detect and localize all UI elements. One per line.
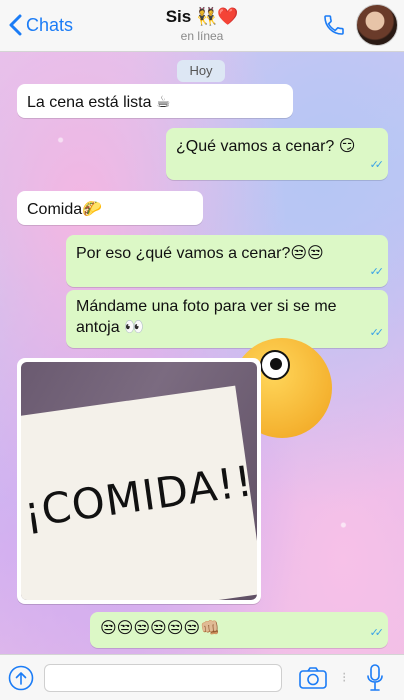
message-text: ¿Qué vamos a cenar? 😏 [176, 138, 356, 155]
read-ticks-icon: ✓✓ [369, 627, 385, 639]
read-ticks-icon: ✓✓ [369, 266, 385, 278]
message-outgoing[interactable]: Mándame una foto para ver si se me antoj… [66, 290, 388, 348]
separator-dots: ⁝ [342, 669, 347, 685]
contact-avatar[interactable] [356, 4, 398, 46]
photo[interactable]: ¡COMIDA!! [21, 362, 257, 600]
composer-bar: ⁝ [0, 654, 404, 700]
message-text: La cena está lista ☕ [27, 94, 171, 111]
microphone-icon[interactable] [366, 664, 384, 692]
message-text: Comida🌮 [27, 201, 103, 218]
day-separator: Hoy [177, 60, 225, 82]
chat-header: Chats Sis 👯❤️ en línea [0, 0, 404, 52]
message-text: Mándame una foto para ver si se me antoj… [76, 298, 337, 336]
message-outgoing[interactable]: ¿Qué vamos a cenar? 😏 ✓✓ [166, 128, 388, 180]
message-input[interactable] [44, 664, 282, 692]
message-text: Por eso ¿qué vamos a cenar?😒😒 [76, 245, 324, 262]
upload-icon[interactable] [8, 665, 34, 691]
phone-icon[interactable] [322, 13, 346, 37]
message-outgoing[interactable]: 😒😒😒😒😒😒👊🏼 ✓✓ [90, 612, 388, 648]
read-ticks-icon: ✓✓ [369, 159, 385, 171]
read-ticks-icon: ✓✓ [369, 327, 385, 339]
message-incoming[interactable]: La cena está lista ☕ [17, 84, 293, 118]
message-text: 😒😒😒😒😒😒👊🏼 [100, 620, 220, 637]
message-image[interactable]: ¡COMIDA!! [17, 358, 261, 604]
message-outgoing[interactable]: Por eso ¿qué vamos a cenar?😒😒 ✓✓ [66, 235, 388, 287]
camera-icon[interactable] [298, 666, 328, 690]
message-incoming[interactable]: Comida🌮 [17, 191, 203, 225]
